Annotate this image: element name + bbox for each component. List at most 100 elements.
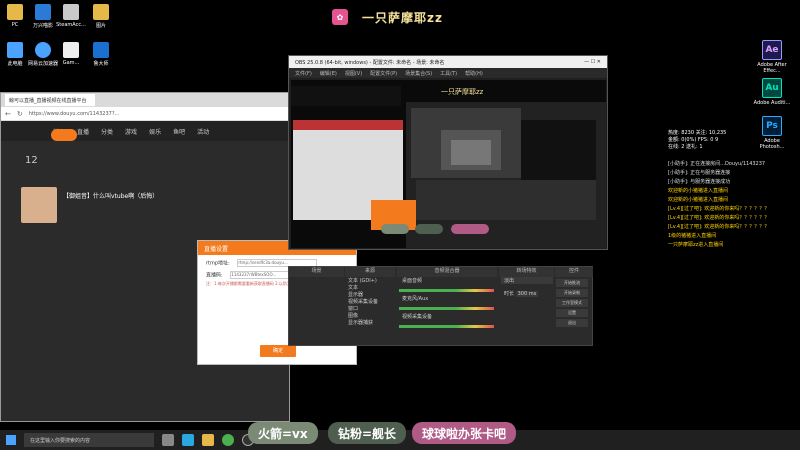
menu-item[interactable]: 视图(V) bbox=[345, 70, 362, 77]
source-item[interactable]: 视频采集设备 bbox=[345, 298, 395, 305]
desktop-icon-pc[interactable]: PC bbox=[0, 4, 30, 28]
back-icon[interactable]: ← bbox=[5, 110, 11, 118]
duration-label: 时长 bbox=[504, 291, 515, 297]
source-item[interactable]: 图像 bbox=[345, 312, 395, 319]
chat-line: [小助手]: 正在与服务器连接 bbox=[668, 170, 731, 176]
game-icon bbox=[63, 42, 79, 58]
streamer-avatar[interactable] bbox=[21, 187, 57, 223]
audio-list: 桌面音频 bbox=[399, 277, 494, 284]
source-item[interactable]: 显示器 bbox=[345, 291, 395, 298]
controls-header: 控件 bbox=[555, 267, 593, 277]
desktop-icon-label: Gam... bbox=[62, 60, 80, 66]
desktop-icon-label: 鲁大师 bbox=[93, 61, 109, 67]
desktop-icon-wondershare[interactable]: 万兴喵影 bbox=[28, 4, 58, 29]
start-recording-button[interactable]: 开始录制 bbox=[556, 289, 588, 297]
douyu-logo-icon[interactable] bbox=[51, 129, 77, 141]
desktop-icon-pictures[interactable]: 图片 bbox=[86, 4, 116, 29]
video-editor-icon bbox=[35, 4, 51, 20]
nav-item[interactable]: 娱乐 bbox=[149, 127, 161, 136]
stats-line: 在线: 2 送礼: 1 bbox=[668, 144, 703, 150]
menu-item[interactable]: 帮助(H) bbox=[465, 70, 483, 77]
obs-titlebar: OBS 25.0.8 (64-bit, windows) - 配置文件: 未命名… bbox=[289, 56, 607, 68]
window-controls-icon[interactable]: — ☐ ✕ bbox=[584, 59, 601, 65]
file-explorer-icon[interactable] bbox=[202, 434, 214, 446]
document-icon bbox=[63, 4, 79, 20]
preview-title-mirror: 一只萨摩耶zz bbox=[441, 87, 484, 96]
folder-icon bbox=[93, 4, 109, 20]
audio-meter bbox=[399, 325, 494, 328]
chat-line: [Lv.4][过了吧]: 欢迎新的你来吗？？？？？？ bbox=[668, 215, 770, 221]
fan-card-badge: 球球啦办张卡吧 bbox=[412, 422, 517, 444]
nav-item[interactable]: 直播 bbox=[77, 127, 89, 136]
desktop-icon-game[interactable]: Gam... bbox=[56, 42, 86, 66]
chrome-icon[interactable] bbox=[222, 434, 234, 446]
browser-tab[interactable]: 鲸可以直播_直播视频在线直播平台 bbox=[5, 94, 95, 106]
duration-input[interactable]: 300 ms bbox=[515, 291, 539, 297]
desktop-icon-label: 图片 bbox=[95, 23, 106, 29]
site-nav-bar: 首页 直播 分类 游戏 娱乐 鱼吧 活动 bbox=[1, 121, 289, 141]
recursive-preview-graphic: 一只萨摩耶zz bbox=[291, 80, 606, 248]
stats-line: 热度: 8230 关注: 10,235 bbox=[668, 130, 727, 136]
chat-line: [小助手]: 正在连接房间...Douyu/1143237 bbox=[668, 161, 766, 167]
desktop-icon-this-pc[interactable]: 此电脑 bbox=[0, 42, 30, 67]
start-streaming-button[interactable]: 开始推流 bbox=[556, 279, 588, 287]
studio-mode-button[interactable]: 工作室模式 bbox=[556, 299, 588, 307]
audio-meter bbox=[399, 289, 494, 292]
task-view-icon[interactable] bbox=[162, 434, 174, 446]
audition-icon: Au bbox=[762, 78, 782, 98]
refresh-icon[interactable]: ↻ bbox=[17, 110, 23, 118]
nav-item[interactable]: 分类 bbox=[101, 127, 113, 136]
danmaku-chat: [小助手]: 正在连接房间...Douyu/1143237 [小助手]: 正在与… bbox=[668, 160, 798, 250]
confirm-button[interactable]: 确定 bbox=[260, 345, 296, 357]
menu-item[interactable]: 文件(F) bbox=[295, 70, 312, 77]
chat-line: 欢迎新的小猪猪进入直播间 bbox=[668, 188, 729, 194]
desktop-icon-netease-accel[interactable]: 网易云加速器 bbox=[28, 42, 58, 67]
desktop-icon-steamacc[interactable]: SteamAcc... bbox=[56, 4, 86, 28]
stream-title: ✿ 一只萨摩耶zz bbox=[332, 6, 443, 28]
chat-line: 一只萨摩耶zz进入直播间 bbox=[668, 242, 724, 248]
chat-line: 1级的猪猪进入直播间 bbox=[668, 233, 717, 239]
obs-preview[interactable]: 一只萨摩耶zz bbox=[291, 80, 606, 248]
audio-track-label: 麦克风/Aux bbox=[402, 296, 429, 302]
audio-meter bbox=[399, 307, 494, 310]
browser-tab-bar: 鲸可以直播_直播视频在线直播平台 bbox=[1, 93, 289, 107]
source-item[interactable]: 文本 bbox=[345, 284, 395, 291]
desktop-icon-after-effects[interactable]: Ae Adobe After Effec... bbox=[752, 40, 792, 74]
nav-item[interactable]: 鱼吧 bbox=[173, 127, 185, 136]
ludashi-icon bbox=[93, 42, 109, 58]
windows-start-icon[interactable] bbox=[6, 435, 16, 445]
settings-button[interactable]: 设置 bbox=[556, 309, 588, 317]
menu-item[interactable]: 编辑(E) bbox=[320, 70, 337, 77]
menu-item[interactable]: 配置文件(P) bbox=[370, 70, 397, 77]
desktop-icon-audition[interactable]: Au Adobe Auditi... bbox=[752, 78, 792, 106]
transition-select[interactable]: 淡出 bbox=[501, 277, 553, 284]
chat-line: [Lv.4][过了吧]: 欢迎新的你来吗？？？？？？ bbox=[668, 224, 770, 230]
nav-item[interactable]: 游戏 bbox=[125, 127, 137, 136]
desktop-icon-label: PC bbox=[11, 22, 19, 28]
stats-line: 金额: 0(0%) FPS: 0 9 bbox=[668, 137, 719, 143]
obs-docks: 场景 来源 音频混合器 转场特效 控件 文本 (GDI+) 文本 显示器 视频采… bbox=[288, 266, 593, 346]
source-item[interactable]: 文本 (GDI+) bbox=[345, 277, 395, 284]
source-item[interactable]: 窗口 bbox=[345, 305, 395, 312]
rocket-badge: 火箭=vx bbox=[248, 422, 318, 444]
source-item[interactable]: 显示器捕获 bbox=[345, 319, 395, 326]
desktop-icon-label: 此电脑 bbox=[7, 61, 23, 67]
obs-title: OBS 25.0.8 (64-bit, windows) - 配置文件: 未命名… bbox=[295, 60, 445, 66]
exit-button[interactable]: 退出 bbox=[556, 319, 588, 327]
streamer-name: 一只萨摩耶zz bbox=[362, 10, 443, 25]
url-input[interactable]: https://www.douyu.com/1143237?... bbox=[29, 111, 120, 117]
edge-icon[interactable] bbox=[182, 434, 194, 446]
level-count: 12 bbox=[25, 155, 38, 166]
taskbar-search-input[interactable]: 在这里输入你要搜索的内容 bbox=[24, 433, 154, 447]
nav-item[interactable]: 活动 bbox=[197, 127, 209, 136]
diamond-fan-badge: 钻粉=舰长 bbox=[328, 422, 407, 444]
room-title: 【御姐音】什么叫vtube啊（后悔） bbox=[63, 193, 159, 200]
audio-mixer-header: 音频混合器 bbox=[397, 267, 497, 277]
desktop-icon-label: Adobe Auditi... bbox=[753, 100, 791, 106]
menu-item[interactable]: 工具(T) bbox=[440, 70, 457, 77]
desktop-icon-ludashi[interactable]: 鲁大师 bbox=[86, 42, 116, 67]
stream-stats: 热度: 8230 关注: 10,235 金额: 0(0%) FPS: 0 9 在… bbox=[668, 130, 798, 151]
sources-header: 来源 bbox=[345, 267, 395, 277]
menu-item[interactable]: 场景集合(S) bbox=[405, 70, 432, 77]
transition-panel: 淡出 时长 300 ms bbox=[501, 277, 553, 297]
